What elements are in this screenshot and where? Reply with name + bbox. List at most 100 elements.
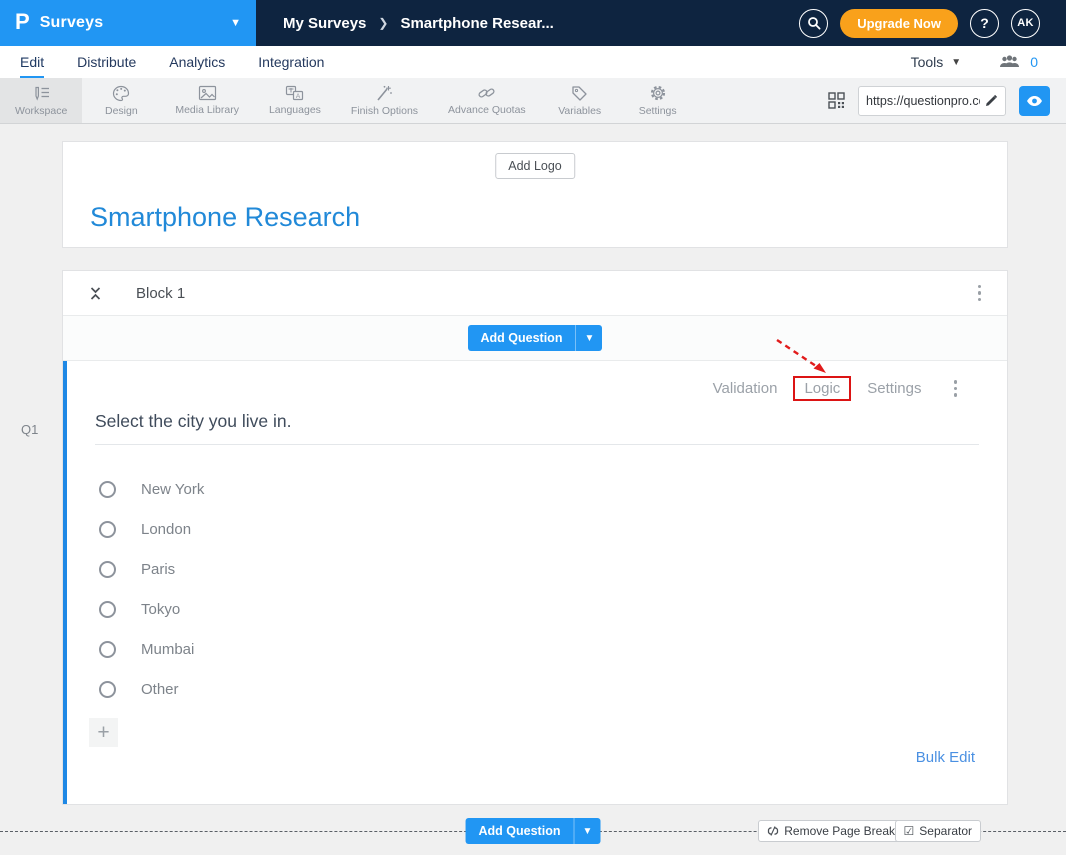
block-menu-button[interactable] bbox=[972, 281, 988, 306]
toolbar-item-settings[interactable]: Settings bbox=[619, 78, 697, 123]
top-bar: P Surveys ▼ My Surveys ❯ Smartphone Rese… bbox=[0, 0, 1066, 46]
tools-dropdown[interactable]: Tools ▼ bbox=[911, 54, 962, 70]
editor-toolbar: Workspace Design Media Library A Languag… bbox=[0, 78, 1066, 124]
tabs-right-group: Tools ▼ 0 bbox=[911, 46, 1066, 78]
separator-label: Separator bbox=[919, 824, 972, 838]
toolbar-item-label: Advance Quotas bbox=[448, 104, 526, 116]
search-button[interactable] bbox=[799, 9, 828, 38]
logic-link-highlighted[interactable]: Logic bbox=[793, 376, 851, 401]
link-icon bbox=[477, 85, 496, 101]
palette-icon bbox=[112, 85, 130, 102]
answer-option-label[interactable]: Other bbox=[141, 681, 179, 698]
question-text[interactable]: Select the city you live in. bbox=[95, 411, 979, 445]
answer-option[interactable]: Mumbai bbox=[99, 629, 975, 669]
eye-icon bbox=[1026, 95, 1043, 107]
chevron-down-icon: ▼ bbox=[951, 57, 961, 68]
add-question-button[interactable]: Add Question bbox=[466, 818, 574, 844]
breadcrumb-parent[interactable]: My Surveys bbox=[283, 15, 366, 32]
toolbar-item-label: Variables bbox=[558, 105, 601, 117]
preview-button[interactable] bbox=[1019, 86, 1050, 116]
upgrade-now-button[interactable]: Upgrade Now bbox=[840, 9, 958, 38]
wand-icon bbox=[375, 85, 393, 102]
block-title[interactable]: Block 1 bbox=[136, 285, 185, 302]
question-actions: Validation Logic Settings bbox=[713, 376, 963, 401]
toolbar-item-media-library[interactable]: Media Library bbox=[160, 78, 254, 123]
answer-option-label[interactable]: Paris bbox=[141, 561, 175, 578]
page-break-row: Add Question ▼ Remove Page Break ☑ Separ… bbox=[0, 820, 1066, 843]
survey-link-field[interactable]: https://questionpro.com/t/AbOMEZ7 bbox=[858, 86, 1006, 116]
answer-option-label[interactable]: New York bbox=[141, 481, 204, 498]
tab-analytics[interactable]: Analytics bbox=[169, 46, 225, 78]
edit-pencil-icon[interactable] bbox=[984, 94, 998, 108]
survey-title[interactable]: Smartphone Research bbox=[90, 202, 360, 233]
radio-icon[interactable] bbox=[99, 681, 116, 698]
checkbox-checked-icon: ☑ bbox=[904, 824, 915, 838]
tab-edit[interactable]: Edit bbox=[20, 46, 44, 78]
tab-distribute[interactable]: Distribute bbox=[77, 46, 136, 78]
qr-code-button[interactable] bbox=[828, 92, 845, 109]
collapse-icon bbox=[89, 286, 102, 301]
collapse-block-button[interactable] bbox=[89, 286, 102, 301]
remove-page-break-button[interactable]: Remove Page Break bbox=[758, 820, 904, 842]
answer-option-label[interactable]: Mumbai bbox=[141, 641, 194, 658]
add-option-button[interactable]: + bbox=[89, 718, 118, 747]
add-question-split-button[interactable]: Add Question ▼ bbox=[468, 325, 603, 351]
collaborators-button[interactable]: 0 bbox=[999, 54, 1038, 70]
toolbar-item-languages[interactable]: A Languages bbox=[254, 78, 336, 123]
answer-option[interactable]: Other bbox=[99, 669, 975, 709]
separator-button[interactable]: ☑ Separator bbox=[895, 820, 981, 842]
toolbar-item-design[interactable]: Design bbox=[82, 78, 160, 123]
remove-page-break-label: Remove Page Break bbox=[784, 824, 895, 838]
answer-option-label[interactable]: Tokyo bbox=[141, 601, 180, 618]
translate-icon: A bbox=[285, 85, 304, 101]
toolbar-item-label: Workspace bbox=[15, 105, 67, 117]
toolbar-item-workspace[interactable]: Workspace bbox=[0, 78, 82, 123]
toolbar-item-label: Design bbox=[105, 105, 138, 117]
add-logo-button[interactable]: Add Logo bbox=[495, 153, 575, 179]
question-menu-button[interactable] bbox=[948, 376, 964, 401]
survey-header-card: Add Logo Smartphone Research bbox=[62, 141, 1008, 248]
radio-icon[interactable] bbox=[99, 641, 116, 658]
chevron-down-icon: ▼ bbox=[230, 17, 241, 29]
toolbar-item-label: Finish Options bbox=[351, 105, 418, 117]
answer-option[interactable]: London bbox=[99, 509, 975, 549]
survey-link-text: https://questionpro.com/t/AbOMEZ7 bbox=[866, 94, 980, 108]
breadcrumb-current: Smartphone Resear... bbox=[400, 15, 553, 32]
bulk-edit-link[interactable]: Bulk Edit bbox=[916, 749, 975, 766]
image-icon bbox=[198, 85, 217, 101]
add-question-split-button[interactable]: Add Question ▼ bbox=[466, 818, 601, 844]
radio-icon[interactable] bbox=[99, 561, 116, 578]
questionpro-logo-icon: P bbox=[15, 9, 30, 35]
question-card: Q1 Validation Logic Settings Select the … bbox=[63, 361, 1007, 804]
plus-icon: + bbox=[97, 721, 109, 745]
toolbar-item-variables[interactable]: Variables bbox=[541, 78, 619, 123]
answer-option[interactable]: Tokyo bbox=[99, 589, 975, 629]
answer-option[interactable]: New York bbox=[99, 469, 975, 509]
tab-integration[interactable]: Integration bbox=[258, 46, 324, 78]
settings-link[interactable]: Settings bbox=[867, 380, 921, 397]
add-question-dropdown[interactable]: ▼ bbox=[573, 818, 600, 844]
section-tabs: Edit Distribute Analytics Integration To… bbox=[0, 46, 1066, 78]
user-avatar[interactable]: AK bbox=[1011, 9, 1040, 38]
answer-options: New York London Paris Tokyo Mumbai bbox=[99, 469, 975, 709]
breadcrumb-separator-icon: ❯ bbox=[378, 16, 388, 30]
answer-option-label[interactable]: London bbox=[141, 521, 191, 538]
add-question-dropdown[interactable]: ▼ bbox=[575, 325, 602, 351]
toolbar-item-advance-quotas[interactable]: Advance Quotas bbox=[433, 78, 541, 123]
radio-icon[interactable] bbox=[99, 521, 116, 538]
radio-icon[interactable] bbox=[99, 481, 116, 498]
svg-text:A: A bbox=[296, 93, 301, 100]
radio-icon[interactable] bbox=[99, 601, 116, 618]
toolbar-item-finish-options[interactable]: Finish Options bbox=[336, 78, 433, 123]
tag-icon bbox=[571, 85, 588, 102]
answer-option[interactable]: Paris bbox=[99, 549, 975, 589]
questionpro-survey-editor: P Surveys ▼ My Surveys ❯ Smartphone Rese… bbox=[0, 0, 1066, 855]
product-switcher[interactable]: P Surveys ▼ bbox=[0, 0, 256, 46]
add-question-row: Add Question ▼ bbox=[63, 316, 1007, 361]
toolbar-item-label: Languages bbox=[269, 104, 321, 116]
help-button[interactable]: ? bbox=[970, 9, 999, 38]
add-question-button[interactable]: Add Question bbox=[468, 325, 576, 351]
toolbar-right-group: https://questionpro.com/t/AbOMEZ7 bbox=[828, 78, 1066, 123]
validation-link[interactable]: Validation bbox=[713, 380, 778, 397]
gear-icon bbox=[649, 84, 667, 102]
